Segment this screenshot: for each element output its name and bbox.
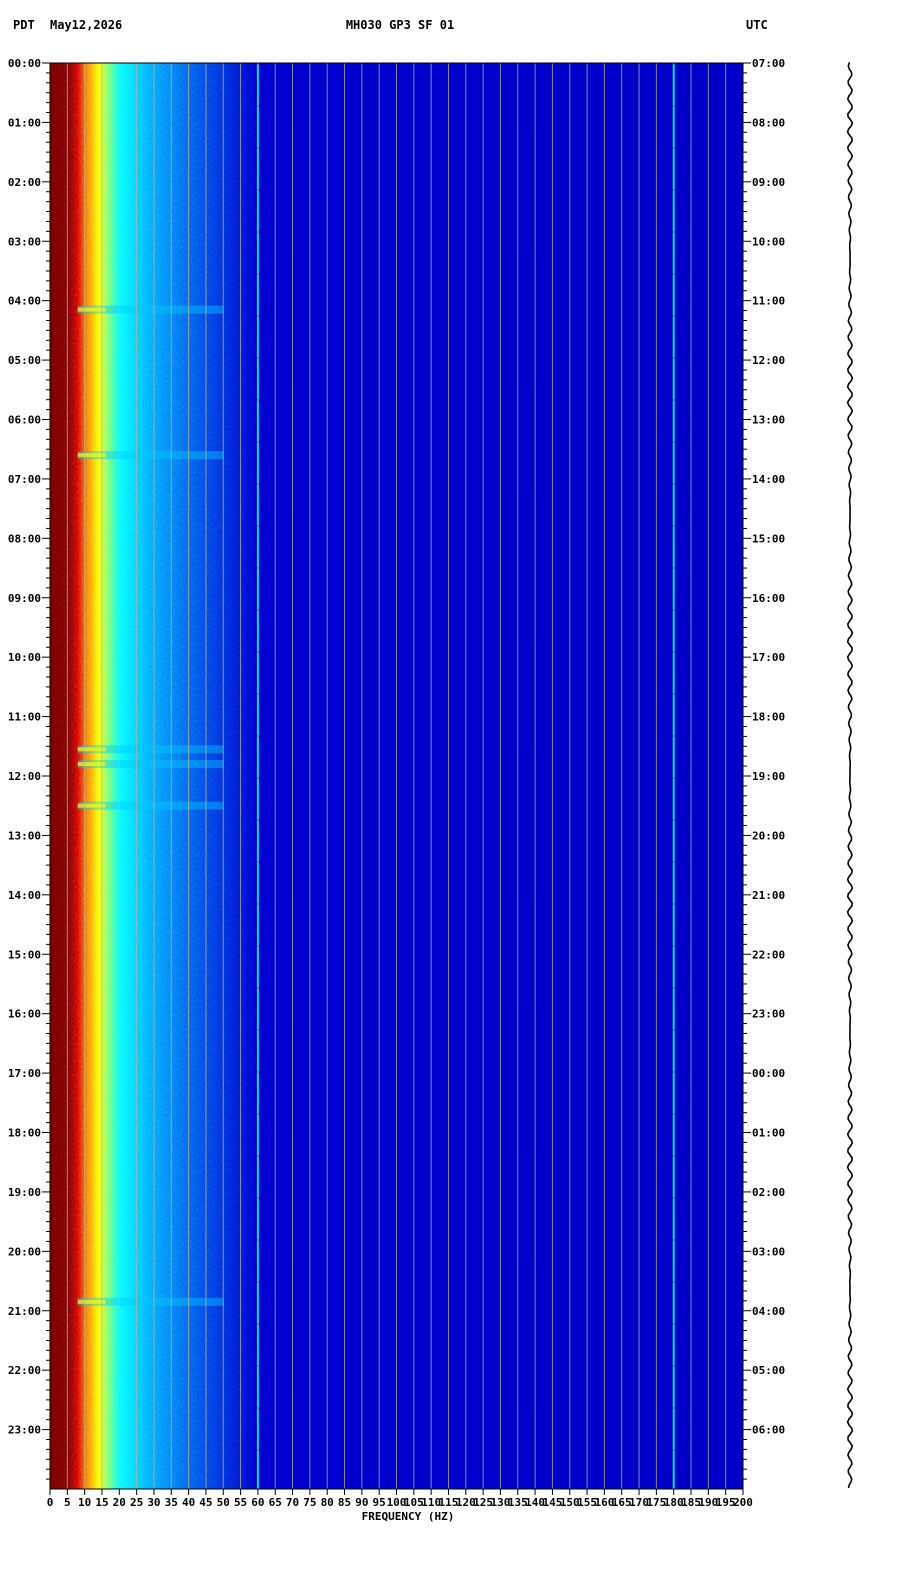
noise-burst-core-5 (77, 1299, 106, 1304)
left-time-label: 12:00 (8, 770, 41, 783)
x-tick-label: 200 (733, 1496, 753, 1509)
x-tick-label: 75 (303, 1496, 316, 1509)
right-time-label: 12:00 (752, 354, 785, 367)
x-tick-label: 0 (47, 1496, 54, 1509)
left-time-label: 14:00 (8, 889, 41, 902)
left-time-label: 09:00 (8, 592, 41, 605)
noise-burst-core-0 (77, 307, 106, 312)
x-tick-label: 5 (64, 1496, 71, 1509)
x-tick-label: 20 (113, 1496, 126, 1509)
x-tick-label: 30 (147, 1496, 160, 1509)
right-time-label: 22:00 (752, 948, 785, 961)
right-time-label: 15:00 (752, 532, 785, 545)
noise-burst-core-1 (77, 453, 106, 458)
x-tick-label: 60 (251, 1496, 264, 1509)
right-time-label: 17:00 (752, 651, 785, 664)
left-time-label: 17:00 (8, 1067, 41, 1080)
noise-burst-core-4 (77, 803, 106, 808)
right-time-label: 21:00 (752, 889, 785, 902)
left-time-label: 19:00 (8, 1186, 41, 1199)
right-time-label: 10:00 (752, 235, 785, 248)
right-time-label: 04:00 (752, 1305, 785, 1318)
x-tick-label: 50 (217, 1496, 230, 1509)
right-time-label: 11:00 (752, 295, 785, 308)
right-time-label: 07:00 (752, 57, 785, 70)
x-tick-label: 25 (130, 1496, 143, 1509)
right-time-label: 01:00 (752, 1127, 785, 1140)
left-time-label: 16:00 (8, 1008, 41, 1021)
right-time-label: 19:00 (752, 770, 785, 783)
x-tick-label: 90 (355, 1496, 368, 1509)
x-tick-label: 70 (286, 1496, 299, 1509)
right-time-label: 16:00 (752, 592, 785, 605)
right-time-label: 03:00 (752, 1245, 785, 1258)
right-time-label: 05:00 (752, 1364, 785, 1377)
x-tick-label: 65 (269, 1496, 282, 1509)
x-tick-label: 55 (234, 1496, 247, 1509)
left-time-label: 10:00 (8, 651, 41, 664)
left-time-label: 07:00 (8, 473, 41, 486)
right-time-label: 14:00 (752, 473, 785, 486)
left-time-label: 23:00 (8, 1424, 41, 1437)
right-time-label: 02:00 (752, 1186, 785, 1199)
left-time-label: 00:00 (8, 57, 41, 70)
noise-burst-core-2 (77, 747, 106, 752)
left-time-label: 20:00 (8, 1245, 41, 1258)
left-time-label: 18:00 (8, 1127, 41, 1140)
x-tick-label: 85 (338, 1496, 351, 1509)
x-tick-label: 15 (95, 1496, 108, 1509)
right-time-label: 00:00 (752, 1067, 785, 1080)
seismogram-trace (846, 62, 854, 1489)
right-time-label: 18:00 (752, 711, 785, 724)
x-tick-label: 45 (199, 1496, 212, 1509)
left-time-label: 21:00 (8, 1305, 41, 1318)
right-time-label: 20:00 (752, 829, 785, 842)
left-time-label: 03:00 (8, 235, 41, 248)
right-time-label: 13:00 (752, 414, 785, 427)
x-tick-label: 80 (321, 1496, 334, 1509)
right-time-label: 06:00 (752, 1424, 785, 1437)
x-tick-label: 40 (182, 1496, 195, 1509)
x-axis-title: FREQUENCY (HZ) (362, 1510, 455, 1523)
right-time-label: 08:00 (752, 116, 785, 129)
right-time-label: 09:00 (752, 176, 785, 189)
right-time-label: 23:00 (752, 1008, 785, 1021)
noise-burst-core-3 (77, 762, 106, 767)
left-time-label: 15:00 (8, 948, 41, 961)
left-time-label: 02:00 (8, 176, 41, 189)
left-time-label: 04:00 (8, 295, 41, 308)
left-time-label: 11:00 (8, 711, 41, 724)
x-tick-label: 95 (373, 1496, 386, 1509)
x-tick-label: 35 (165, 1496, 178, 1509)
spectrogram-chart: 00:00 01:00 02:00 03:00 04:00 05:00 06:00 07:00… (8, 57, 854, 1523)
left-time-label: 05:00 (8, 354, 41, 367)
left-time-label: 08:00 (8, 532, 41, 545)
left-time-label: 22:00 (8, 1364, 41, 1377)
left-time-label: 01:00 (8, 116, 41, 129)
x-tick-label: 10 (78, 1496, 91, 1509)
left-time-label: 06:00 (8, 414, 41, 427)
left-time-label: 13:00 (8, 829, 41, 842)
